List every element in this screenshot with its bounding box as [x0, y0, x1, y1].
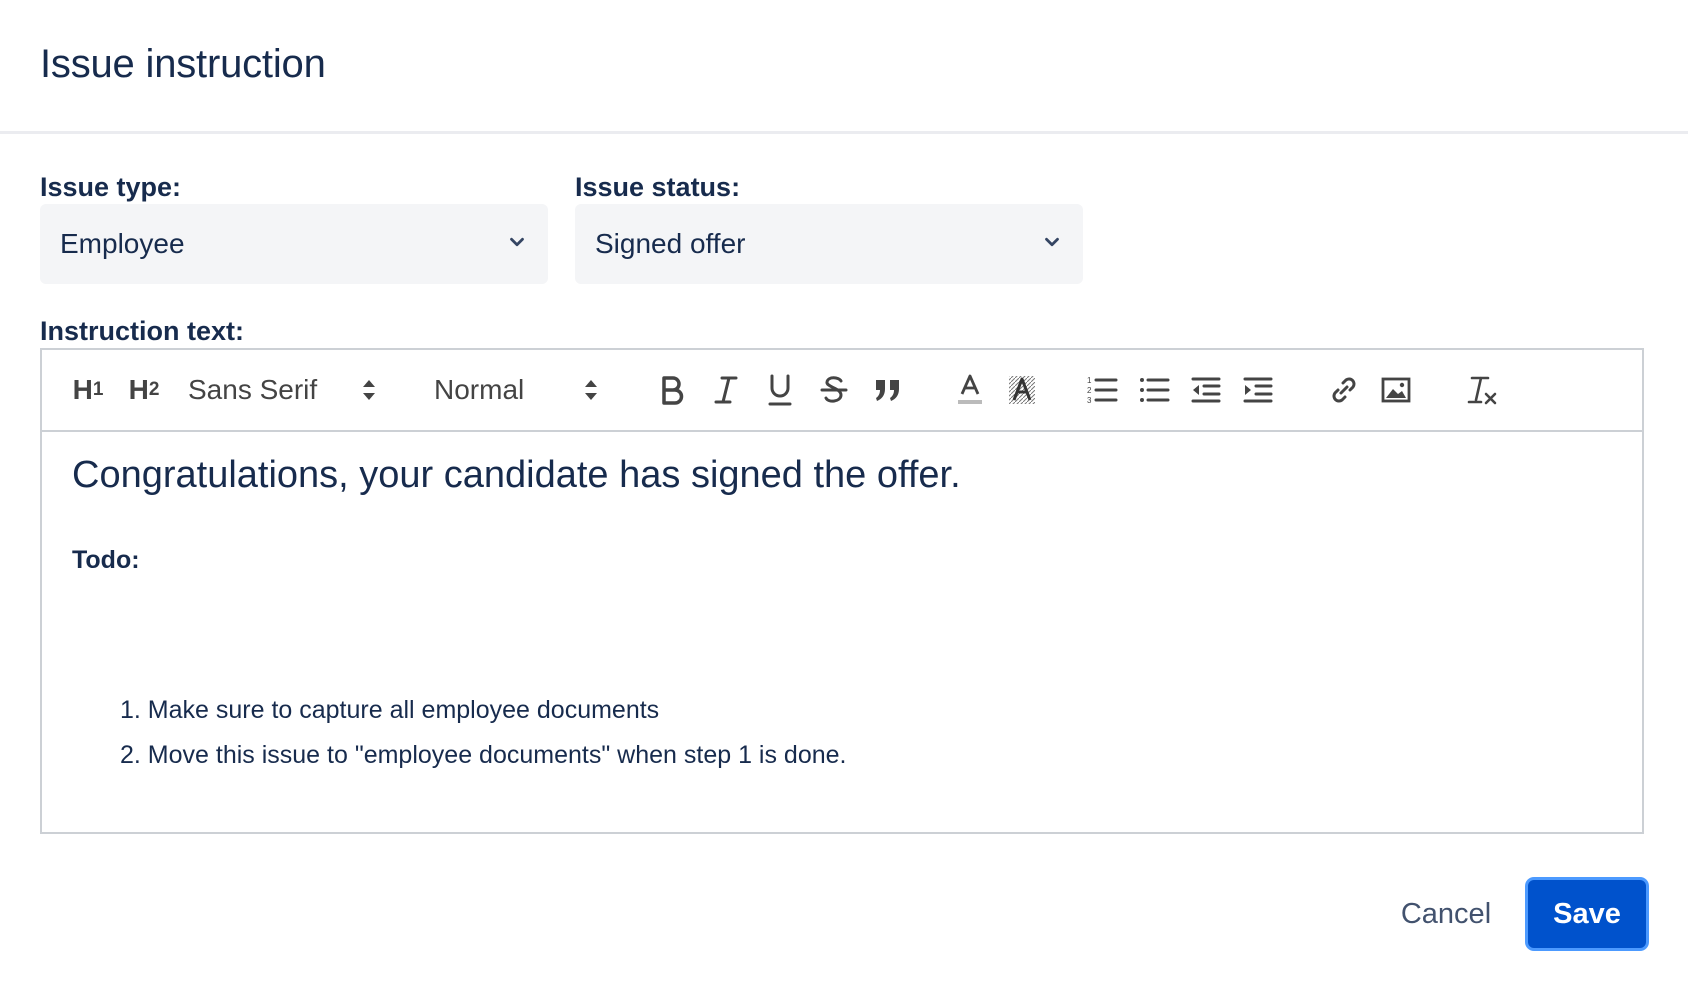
editor-ordered-list: 1. Make sure to capture all employee doc… [120, 688, 846, 778]
svg-text:2: 2 [1087, 386, 1092, 395]
italic-icon[interactable] [704, 367, 748, 413]
list-item: 1. Make sure to capture all employee doc… [120, 696, 660, 724]
chevron-down-icon [1041, 231, 1063, 258]
underline-icon[interactable] [758, 367, 802, 413]
save-button[interactable]: Save [1528, 880, 1646, 948]
svg-text:3: 3 [1087, 396, 1092, 405]
text-color-icon[interactable] [948, 367, 992, 413]
editor-heading: Congratulations, your candidate has sign… [72, 454, 961, 496]
indent-icon[interactable] [1236, 367, 1280, 413]
heading-2-button[interactable]: H2 [124, 367, 164, 413]
link-icon[interactable] [1322, 367, 1366, 413]
font-size-picker[interactable]: Normal [434, 367, 594, 413]
issue-type-value: Employee [60, 228, 185, 259]
clear-format-icon[interactable] [1460, 367, 1504, 413]
bullet-list-icon[interactable] [1132, 367, 1176, 413]
chevron-down-icon [506, 231, 528, 258]
cancel-button[interactable]: Cancel [1386, 880, 1506, 948]
instruction-text-label: Instruction text: [40, 316, 245, 346]
updown-arrows-icon [354, 367, 384, 413]
image-icon[interactable] [1374, 367, 1418, 413]
ordered-list-icon[interactable]: 123 [1080, 367, 1124, 413]
editor-toolbar: H1 H2 Sans Serif Normal 1 2 3 [42, 350, 1642, 432]
editor-todo-label: Todo: [72, 546, 140, 574]
background-color-icon[interactable] [1000, 367, 1044, 413]
issue-type-label: Issue type: [40, 172, 182, 202]
blockquote-icon[interactable] [866, 367, 910, 413]
rich-text-editor: H1 H2 Sans Serif Normal 1 2 3 Congratula… [40, 348, 1644, 834]
outdent-icon[interactable] [1184, 367, 1228, 413]
editor-content[interactable]: Congratulations, your candidate has sign… [72, 432, 1612, 832]
dialog-header: Issue instruction [0, 0, 1688, 134]
list-item: 2. Move this issue to "employee document… [120, 741, 847, 769]
bold-icon[interactable] [650, 367, 694, 413]
dialog-title: Issue instruction [40, 42, 326, 86]
issue-status-select[interactable]: Signed offer [575, 204, 1083, 284]
updown-arrows-icon [576, 367, 606, 413]
heading-1-button[interactable]: H1 [68, 367, 108, 413]
issue-type-select[interactable]: Employee [40, 204, 548, 284]
strike-icon[interactable] [812, 367, 856, 413]
issue-status-label: Issue status: [575, 172, 741, 202]
issue-status-value: Signed offer [595, 228, 746, 259]
svg-text:1: 1 [1087, 376, 1092, 385]
